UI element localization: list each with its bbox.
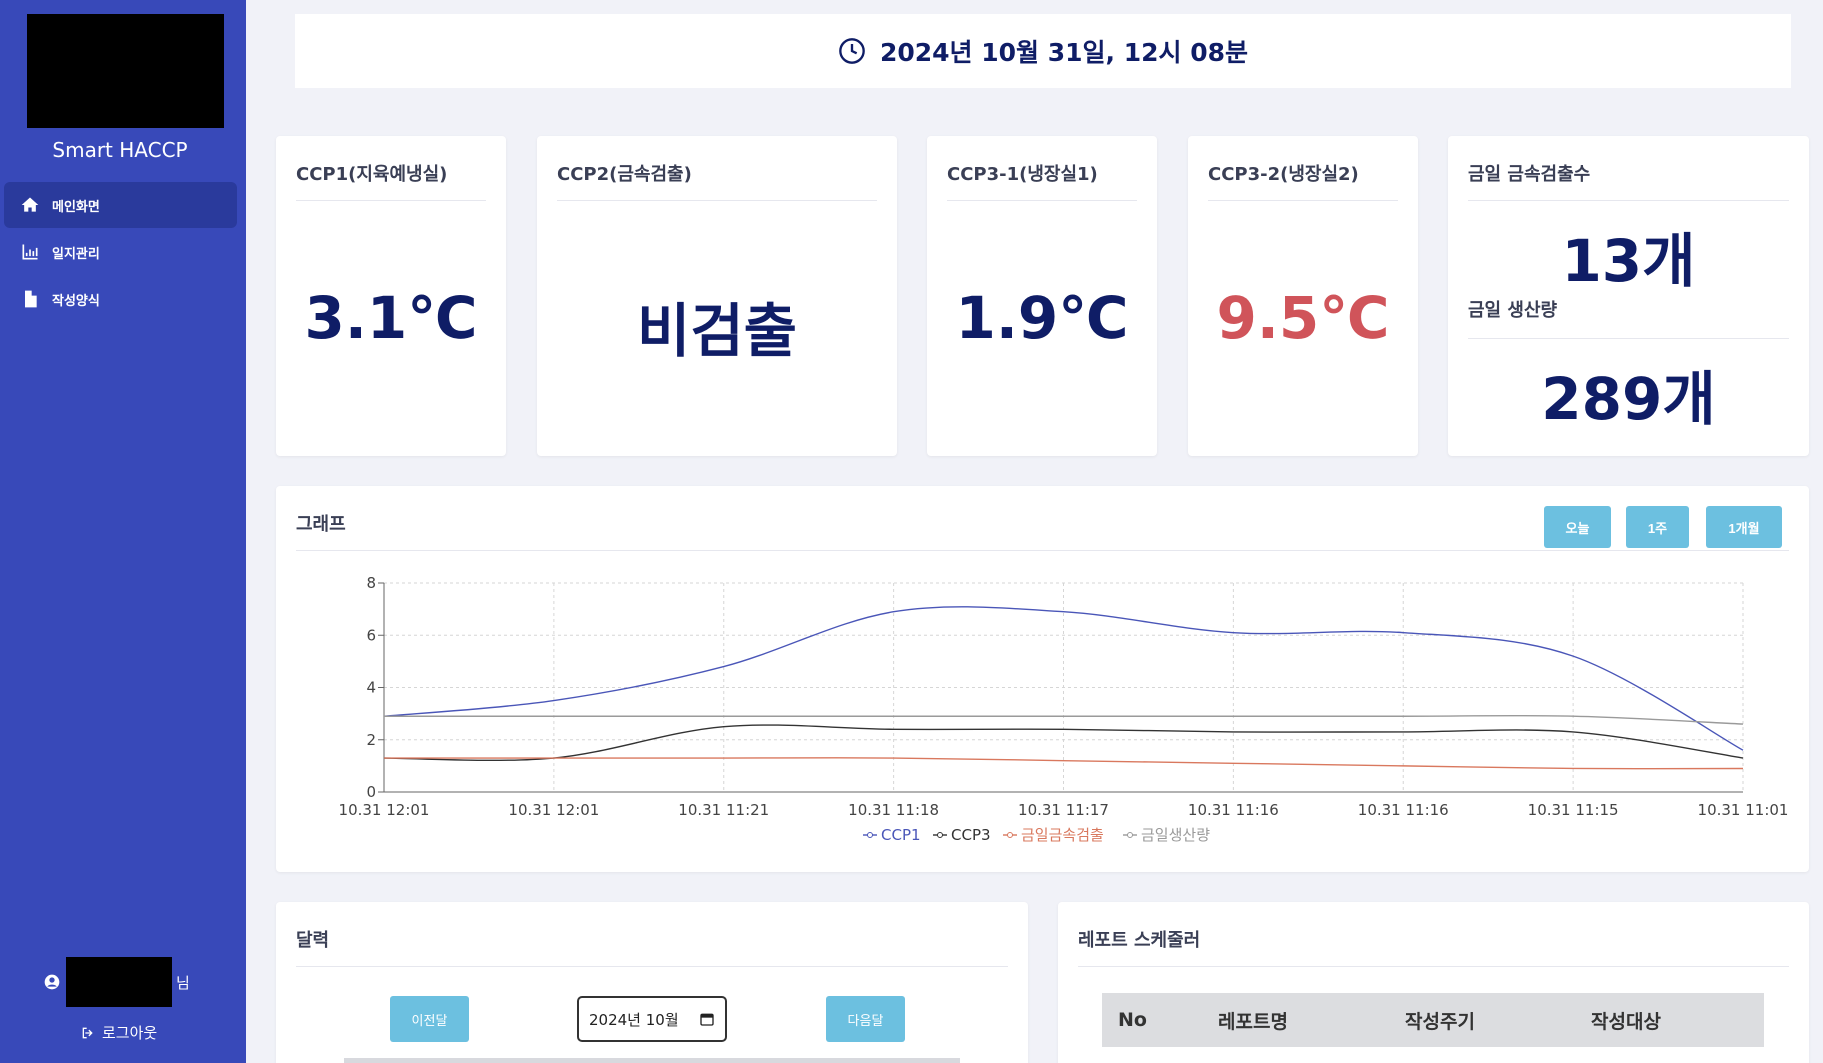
metal-count-title: 금일 금속검출수: [1468, 164, 1591, 185]
y-tick-label: 0: [366, 783, 376, 801]
x-tick-label: 10.31 12:01: [339, 801, 430, 819]
clock-icon: [839, 38, 865, 64]
x-tick-label: 10.31 12:01: [508, 801, 599, 819]
y-tick-label: 2: [366, 731, 376, 749]
card-title: CCP3-2(냉장실2): [1208, 164, 1359, 185]
sidebar: Smart HACCP 메인화면 일지관리 작성양식 님 로그아웃: [0, 0, 246, 1063]
line-chart: 0 2 4 6 8 10.31 12:01 10.31 12:01 10.31 11:21 10…: [339, 574, 1789, 844]
x-tick-label: 10.31 11:18: [848, 801, 939, 819]
card-value-alert: 9.5℃: [1216, 284, 1390, 352]
card-ccp1: CCP1(지육예냉실) 3.1℃: [276, 136, 506, 456]
legend-marker: [867, 832, 873, 838]
x-tick-label: 10.31 11:17: [1018, 801, 1109, 819]
card-ccp3-2: CCP3-2(냉장실2) 9.5℃: [1188, 136, 1418, 456]
nav-item-label: 일지관리: [52, 246, 100, 262]
x-tick-label: 10.31 11:16: [1358, 801, 1449, 819]
card-ccp3-1: CCP3-1(냉장실1) 1.9℃: [927, 136, 1157, 456]
brand-title: Smart HACCP: [52, 138, 188, 162]
divider: [1468, 200, 1789, 201]
divider: [296, 200, 486, 201]
y-tick-label: 4: [366, 679, 376, 697]
series-line-1: [383, 724, 1744, 762]
home-icon: [21, 197, 39, 212]
legend-label: 금일금속검출: [1021, 826, 1104, 844]
legend-marker: [1007, 832, 1013, 838]
bar-chart-icon: [22, 244, 38, 260]
month-input[interactable]: 2024년 10월: [577, 996, 727, 1042]
card-daily-stats: 금일 금속검출수 13개 금일 생산량 289개: [1448, 136, 1809, 456]
report-table-header: No 레포트명 작성주기 작성대상: [1102, 993, 1764, 1047]
divider: [947, 200, 1137, 201]
graph-card: 그래프 오늘 1주 1개월 0 2 4 6 8 10.31 12:01 10.31 12:0…: [276, 486, 1809, 872]
nav-item-label: 작성양식: [52, 293, 100, 309]
legend-marker: [1127, 832, 1133, 838]
nav-item-form[interactable]: 작성양식: [4, 276, 237, 322]
calendar-title: 달력: [296, 930, 330, 951]
card-value: 비검출: [636, 297, 798, 365]
next-month-button[interactable]: 다음달: [826, 996, 905, 1042]
nav-item-main[interactable]: 메인화면: [4, 182, 237, 228]
x-tick-label: 10.31 11:16: [1188, 801, 1279, 819]
prev-month-button[interactable]: 이전달: [390, 996, 469, 1042]
user-info: 님: [44, 957, 190, 1007]
nav-item-log[interactable]: 일지관리: [4, 229, 237, 275]
logo: [27, 14, 224, 128]
x-tick-label: 10.31 11:15: [1528, 801, 1619, 819]
divider: [1078, 966, 1789, 967]
logout-icon: [82, 1027, 93, 1038]
card-ccp2: CCP2(금속검출) 비검출: [537, 136, 897, 456]
nav-item-label: 메인화면: [52, 199, 100, 215]
logout-button[interactable]: 로그아웃: [80, 1022, 157, 1043]
card-value: 3.1℃: [304, 284, 478, 352]
divider: [296, 966, 1008, 967]
column-header: No: [1118, 1009, 1147, 1031]
y-tick-label: 6: [366, 626, 376, 644]
production-title: 금일 생산량: [1468, 300, 1558, 321]
column-header: 작성대상: [1591, 1010, 1661, 1033]
user-suffix: 님: [176, 973, 190, 992]
document-icon: [25, 290, 37, 308]
x-tick-label: 10.31 11:21: [678, 801, 769, 819]
column-header: 작성주기: [1405, 1010, 1475, 1033]
card-title: CCP1(지육예냉실): [296, 164, 448, 185]
clock-banner: 2024년 10월 31일, 12시 08분: [295, 14, 1791, 88]
production-value: 289개: [1541, 365, 1716, 433]
report-title: 레포트 스케줄러: [1078, 930, 1201, 951]
legend-marker: [937, 832, 943, 838]
card-title: CCP2(금속검출): [557, 164, 692, 185]
card-title: CCP3-1(냉장실1): [947, 164, 1098, 185]
column-header: 레포트명: [1218, 1010, 1288, 1033]
card-value: 1.9℃: [955, 284, 1129, 352]
x-tick-label: 10.31 11:01: [1698, 801, 1789, 819]
user-icon: [44, 974, 60, 990]
calendar-icon: [700, 1013, 714, 1026]
divider: [557, 200, 877, 201]
month-input-value: 2024년 10월: [589, 1010, 679, 1029]
legend-label: CCP3: [951, 826, 991, 844]
divider: [1468, 338, 1789, 339]
legend-label: 금일생산량: [1141, 826, 1210, 844]
legend-label: CCP1: [881, 826, 921, 844]
clock-text: 2024년 10월 31일, 12시 08분: [879, 38, 1249, 67]
y-tick-label: 8: [366, 574, 376, 592]
logout-label: 로그아웃: [102, 1024, 158, 1042]
metal-count-value: 13개: [1561, 227, 1696, 295]
user-name-redacted: [66, 957, 172, 1007]
divider: [1208, 200, 1398, 201]
calendar-grid-top: [344, 1058, 960, 1063]
